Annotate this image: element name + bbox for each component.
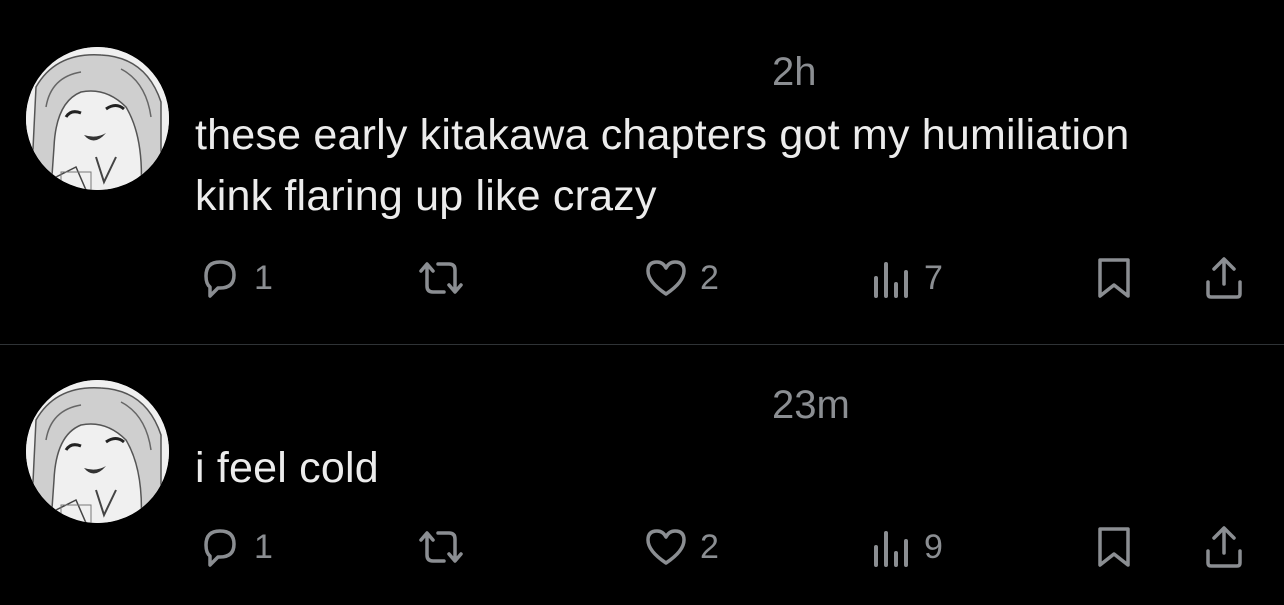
views-icon — [870, 523, 914, 571]
post[interactable]: 2h these early kitakawa chapters got my … — [0, 0, 1284, 344]
bookmark-button[interactable] — [1092, 522, 1136, 572]
views-button[interactable]: 9 — [870, 522, 943, 572]
post-actions: 1 2 9 — [0, 522, 1284, 572]
views-count: 7 — [924, 258, 943, 297]
avatar[interactable] — [26, 47, 169, 190]
reply-button[interactable]: 1 — [196, 253, 273, 303]
avatar[interactable] — [26, 380, 169, 523]
like-count: 2 — [700, 258, 719, 297]
bookmark-icon — [1092, 254, 1136, 302]
post-timestamp[interactable]: 23m — [772, 385, 850, 425]
post-text-line: these early kitakawa chapters got my hum… — [195, 111, 1130, 159]
share-button[interactable] — [1200, 522, 1248, 572]
reply-count: 1 — [254, 527, 273, 566]
post-text-line: kink flaring up like crazy — [195, 172, 657, 220]
reply-icon — [196, 523, 244, 571]
post[interactable]: 23m i feel cold 1 2 9 — [0, 345, 1284, 605]
share-icon — [1200, 254, 1248, 302]
post-text: i feel cold — [195, 438, 1275, 499]
bookmark-icon — [1092, 523, 1136, 571]
heart-icon — [642, 523, 690, 571]
repost-button[interactable] — [413, 522, 469, 572]
repost-icon — [413, 254, 469, 302]
post-text: these early kitakawa chapters got my hum… — [195, 105, 1275, 227]
like-button[interactable]: 2 — [642, 253, 719, 303]
post-actions: 1 2 7 — [0, 253, 1284, 303]
views-count: 9 — [924, 527, 943, 566]
reply-button[interactable]: 1 — [196, 522, 273, 572]
views-button[interactable]: 7 — [870, 253, 943, 303]
bookmark-button[interactable] — [1092, 253, 1136, 303]
repost-icon — [413, 523, 469, 571]
heart-icon — [642, 254, 690, 302]
reply-icon — [196, 254, 244, 302]
reply-count: 1 — [254, 258, 273, 297]
post-text-line: i feel cold — [195, 444, 379, 492]
like-count: 2 — [700, 527, 719, 566]
post-timestamp[interactable]: 2h — [772, 52, 817, 92]
share-button[interactable] — [1200, 253, 1248, 303]
views-icon — [870, 254, 914, 302]
like-button[interactable]: 2 — [642, 522, 719, 572]
share-icon — [1200, 523, 1248, 571]
repost-button[interactable] — [413, 253, 469, 303]
